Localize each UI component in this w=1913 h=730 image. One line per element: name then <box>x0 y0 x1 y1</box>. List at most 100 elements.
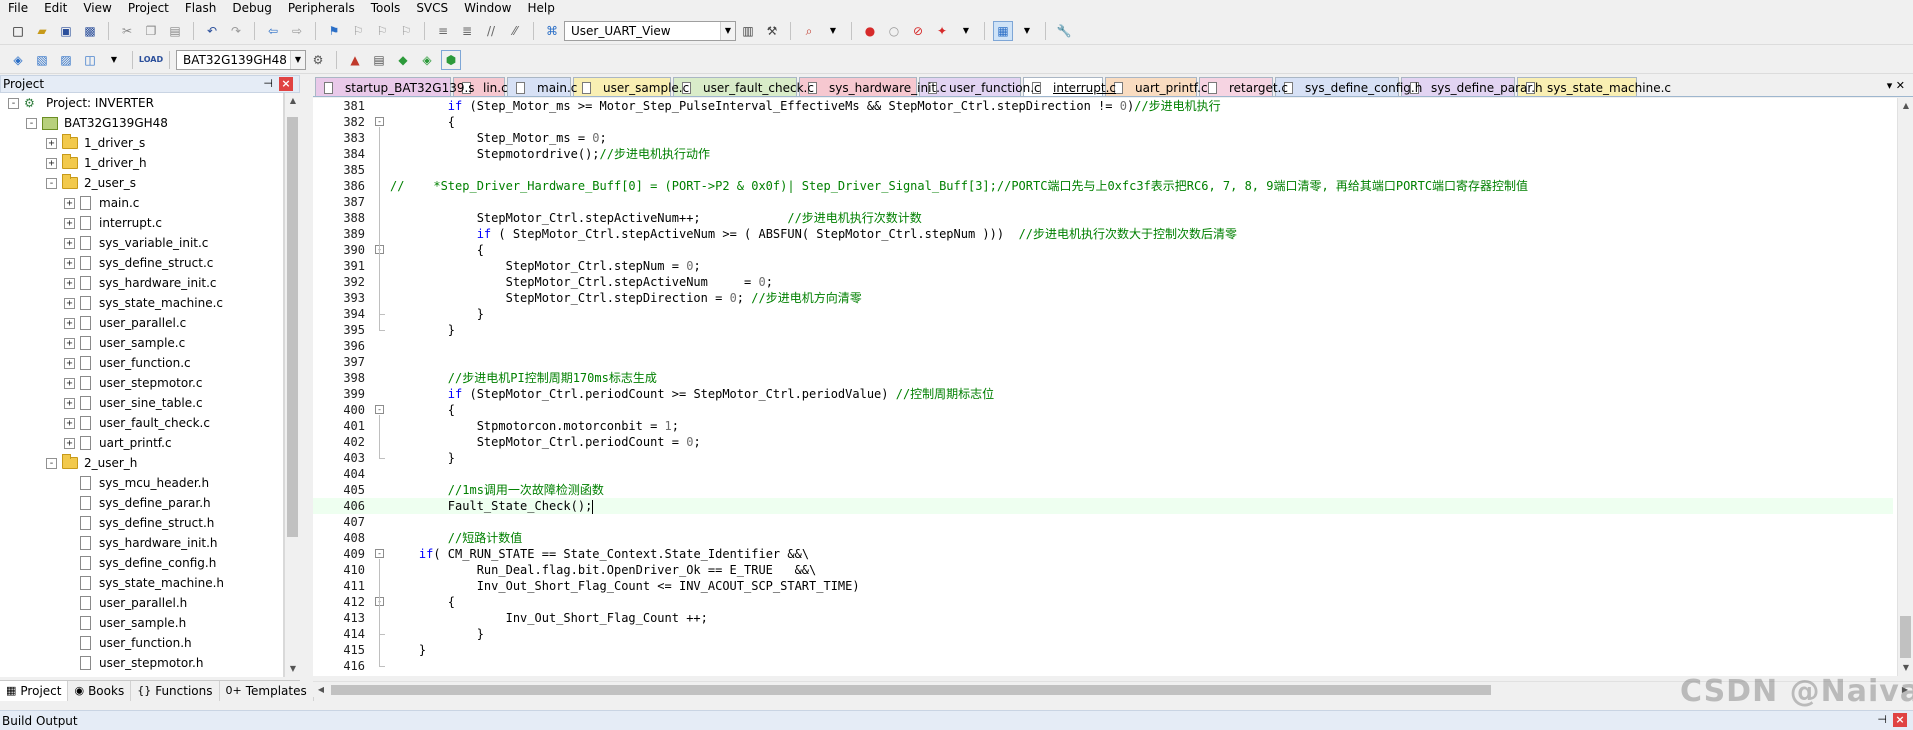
save-icon[interactable]: ▣ <box>56 21 76 41</box>
bottom-tab-functions[interactable]: {} Functions <box>131 680 220 701</box>
code-editor[interactable]: 381 if (Step_Motor_ms >= Motor_Step_Puls… <box>313 98 1913 676</box>
bottom-tab-project[interactable]: ▦ Project <box>0 680 69 701</box>
code-line[interactable]: 410 Run_Deal.flag.bit.OpenDriver_Ok == E… <box>313 562 1893 578</box>
tree-item[interactable]: - ⚙ Project: INVERTER <box>8 93 154 113</box>
expand-icon[interactable]: + <box>64 257 75 269</box>
collapse-icon[interactable]: - <box>46 457 57 469</box>
find-combo[interactable]: User_UART_View ▼ <box>564 20 736 41</box>
window-layout-icon[interactable]: ▦ <box>993 20 1013 41</box>
menu-flash[interactable]: Flash <box>177 0 224 16</box>
code-line[interactable]: 382 - { <box>313 114 1893 130</box>
tree-item[interactable]: + interrupt.c <box>64 213 162 233</box>
breakpoint-icon[interactable]: ● <box>860 21 880 41</box>
tree-item[interactable]: + user_parallel.c <box>64 313 186 333</box>
tree-item[interactable]: +1_driver_h <box>46 153 147 173</box>
search-icon[interactable]: ⌕ <box>799 21 819 41</box>
editor-tab[interactable]: retarget.c <box>1199 77 1288 96</box>
expand-icon[interactable]: + <box>64 317 75 329</box>
tree-item[interactable]: + sys_define_struct.c <box>64 253 213 273</box>
bookmark-next-icon[interactable]: ⚐ <box>372 21 392 41</box>
expand-icon[interactable]: + <box>64 337 75 349</box>
code-line[interactable]: 413 Inv_Out_Short_Flag_Count ++; <box>313 610 1893 626</box>
scrollbar-thumb[interactable] <box>287 117 298 537</box>
expand-icon[interactable]: + <box>46 157 57 169</box>
expand-icon[interactable]: + <box>64 277 75 289</box>
translate-icon[interactable]: ◈ <box>8 50 28 70</box>
tree-item[interactable]: + user_fault_check.c <box>64 413 210 433</box>
expand-icon[interactable]: + <box>64 237 75 249</box>
expand-icon[interactable]: + <box>64 297 75 309</box>
close-icon[interactable]: × <box>279 77 293 91</box>
tree-item[interactable]: sys_define_config.h <box>64 553 216 573</box>
tree-item[interactable]: - 2_user_s <box>46 173 136 193</box>
incremental-find-icon[interactable]: ⚒ <box>762 21 782 41</box>
expand-icon[interactable]: + <box>64 377 75 389</box>
expand-icon[interactable]: + <box>64 197 75 209</box>
tree-item[interactable]: + user_function.c <box>64 353 191 373</box>
code-line[interactable]: 384 Stepmotordrive();//步进电机执行动作 <box>313 146 1893 162</box>
cut-icon[interactable]: ✂ <box>117 21 137 41</box>
manage-project-icon[interactable]: ▲ <box>345 50 365 70</box>
code-line[interactable]: 381 if (Step_Motor_ms >= Motor_Step_Puls… <box>313 98 1893 114</box>
scrollbar-thumb[interactable] <box>1900 616 1911 658</box>
batch-build-icon[interactable]: ◫ <box>80 50 100 70</box>
collapse-icon[interactable]: - <box>26 117 37 129</box>
bookmark-clear-icon[interactable]: ⚐ <box>396 21 416 41</box>
save-all-icon[interactable]: ▩ <box>80 21 100 41</box>
menu-peripherals[interactable]: Peripherals <box>280 0 363 16</box>
redo-icon[interactable]: ↷ <box>226 21 246 41</box>
code-line[interactable]: 383 Step_Motor_ms = 0; <box>313 130 1893 146</box>
tree-item[interactable]: + sys_state_machine.c <box>64 293 223 313</box>
code-line[interactable]: 391 StepMotor_Ctrl.stepNum = 0; <box>313 258 1893 274</box>
editor-tab[interactable]: user_fault_check.c <box>673 77 814 96</box>
tree-item[interactable]: user_function.h <box>64 633 192 653</box>
tree-item[interactable]: + uart_printf.c <box>64 433 172 453</box>
wrench-icon[interactable]: 🔧 <box>1054 21 1074 41</box>
tree-item[interactable]: sys_mcu_header.h <box>64 473 209 493</box>
bookmark-icon[interactable]: ⚑ <box>324 21 344 41</box>
editor-tab[interactable]: startup_BAT32G139.s <box>315 77 475 96</box>
code-line[interactable]: 397 <box>313 354 1893 370</box>
editor-tab[interactable]: main.c <box>507 77 577 96</box>
code-line[interactable]: 385 <box>313 162 1893 178</box>
expand-icon[interactable]: + <box>64 437 75 449</box>
target-combo[interactable]: BAT32G139GH48 ▼ <box>176 49 306 70</box>
menu-tools[interactable]: Tools <box>363 0 409 16</box>
find-in-files-icon[interactable]: ▥ <box>738 21 758 41</box>
menu-project[interactable]: Project <box>120 0 177 16</box>
paste-icon[interactable]: ▤ <box>165 21 185 41</box>
code-line[interactable]: 393 StepMotor_Ctrl.stepDirection = 0; //… <box>313 290 1893 306</box>
unindent-icon[interactable]: ≣ <box>457 21 477 41</box>
tree-item[interactable]: user_sample.h <box>64 613 186 633</box>
rebuild-icon[interactable]: ▨ <box>56 50 76 70</box>
target-options-icon[interactable]: ⚙ <box>308 50 328 70</box>
scrollbar-thumb[interactable] <box>331 685 1491 695</box>
editor-tab[interactable]: user_sample.c <box>573 77 689 96</box>
code-line[interactable]: 400 - { <box>313 402 1893 418</box>
code-line[interactable]: 395 } <box>313 322 1893 338</box>
code-line[interactable]: 386 // *Step_Driver_Hardware_Buff[0] = (P… <box>313 178 1893 194</box>
tree-item[interactable]: + sys_variable_init.c <box>64 233 208 253</box>
code-line[interactable]: 414 } <box>313 626 1893 642</box>
tree-item[interactable]: + user_sample.c <box>64 333 185 353</box>
breakpoint-kill-icon[interactable]: ✦ <box>932 21 952 41</box>
nav-back-icon[interactable]: ⇦ <box>263 21 283 41</box>
menu-debug[interactable]: Debug <box>224 0 279 16</box>
fold-toggle-icon[interactable]: - <box>375 549 384 558</box>
code-line[interactable]: 390- { <box>313 242 1893 258</box>
tree-item[interactable]: + user_sine_table.c <box>64 393 203 413</box>
breakpoint-clear-icon[interactable]: ⊘ <box>908 21 928 41</box>
tree-item[interactable]: +1_driver_s <box>46 133 145 153</box>
expand-icon[interactable]: + <box>64 217 75 229</box>
chevron-down-icon[interactable]: ▼ <box>720 21 735 40</box>
code-line[interactable]: 401 Stpmotorcon.motorconbit = 1; <box>313 418 1893 434</box>
chevron-down-icon[interactable]: ▼ <box>956 21 976 41</box>
fold-toggle-icon[interactable]: - <box>375 405 384 414</box>
copy-icon[interactable]: ❐ <box>141 21 161 41</box>
code-line[interactable]: 399 if (StepMotor_Ctrl.periodCount >= St… <box>313 386 1893 402</box>
open-file-icon[interactable]: ▰ <box>32 21 52 41</box>
project-tree-scrollbar[interactable]: ▲ ▼ <box>284 93 300 677</box>
scroll-up-icon[interactable]: ▲ <box>285 93 301 109</box>
chevron-down-icon[interactable]: ▼ <box>1017 21 1037 41</box>
pin-icon[interactable]: ⊣ <box>1877 713 1887 726</box>
